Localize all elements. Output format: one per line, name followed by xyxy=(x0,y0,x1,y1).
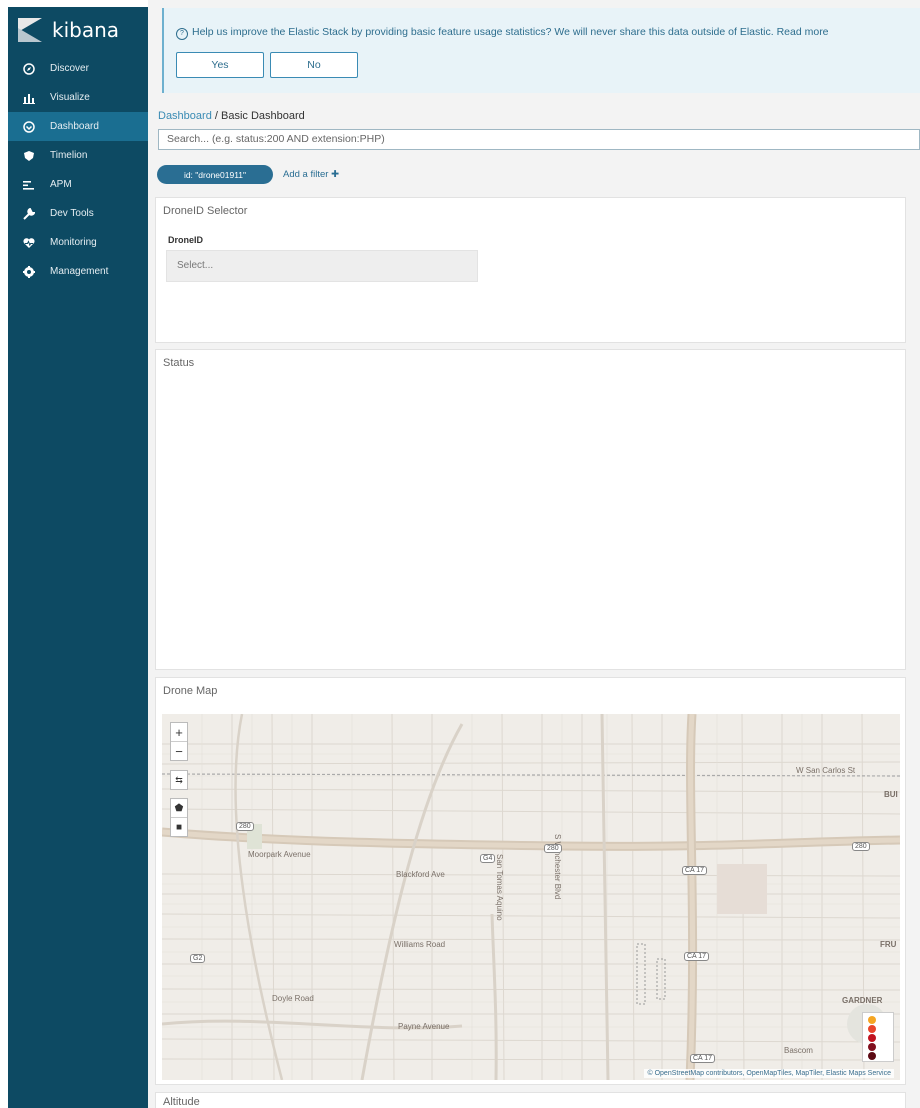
drone-map[interactable]: + − ⇆ ⬟ ■ Moorpark Avenue Blackford Ave … xyxy=(162,714,900,1080)
map-label: Blackford Ave xyxy=(396,870,445,879)
nav-list: Discover Visualize Dashboard Timelion AP… xyxy=(8,54,148,286)
droneid-select[interactable]: Select... xyxy=(166,250,478,282)
filter-pill[interactable]: id: "drone01911" xyxy=(157,165,273,184)
heartbeat-icon xyxy=(22,236,36,250)
sidebar-item-label: Dev Tools xyxy=(50,208,94,219)
sidebar-item-monitoring[interactable]: Monitoring xyxy=(8,228,148,257)
sidebar-item-dev-tools[interactable]: Dev Tools xyxy=(8,199,148,228)
brand-name: kibana xyxy=(52,17,120,42)
main-content: ? Help us improve the Elastic Stack by pr… xyxy=(148,0,920,1108)
route-shield: G4 xyxy=(480,854,496,863)
sidebar-item-visualize[interactable]: Visualize xyxy=(8,83,148,112)
dashboard-icon xyxy=(22,120,36,134)
route-shield: CA 17 xyxy=(690,1054,716,1063)
map-label: W San Carlos St xyxy=(796,766,856,775)
map-label: Payne Avenue xyxy=(398,1022,450,1031)
panel-droneid-selector: DroneID Selector DroneID Select... xyxy=(155,197,906,343)
yes-button[interactable]: Yes xyxy=(176,52,264,78)
zoom-controls: + − xyxy=(170,722,188,761)
map-label: FRU xyxy=(880,940,897,949)
panel-altitude: Altitude xyxy=(155,1092,906,1108)
draw-controls: ⬟ ■ xyxy=(170,798,188,837)
wrench-icon xyxy=(22,207,36,221)
route-shield: 280 xyxy=(236,822,254,831)
map-tiles xyxy=(162,714,900,1080)
map-attribution[interactable]: © OpenStreetMap contributors, OpenMapTil… xyxy=(644,1069,894,1078)
map-label: BUI xyxy=(884,790,898,799)
sidebar-item-discover[interactable]: Discover xyxy=(8,54,148,83)
legend-dot xyxy=(868,1025,876,1033)
apm-icon xyxy=(22,178,36,192)
route-shield: CA 17 xyxy=(684,952,710,961)
legend-dot xyxy=(868,1016,876,1024)
route-shield: CA 17 xyxy=(682,866,708,875)
sidebar-item-label: Visualize xyxy=(50,92,90,103)
sidebar-item-label: APM xyxy=(50,179,72,190)
sidebar-item-label: Management xyxy=(50,266,109,277)
no-button[interactable]: No xyxy=(270,52,358,78)
telemetry-banner: ? Help us improve the Elastic Stack by pr… xyxy=(162,8,920,93)
sidebar-item-label: Discover xyxy=(50,63,89,74)
breadcrumb-root[interactable]: Dashboard xyxy=(158,110,212,122)
bar-chart-icon xyxy=(22,91,36,105)
fit-bounds-icon[interactable]: ⇆ xyxy=(171,771,187,789)
fit-bounds-control: ⇆ xyxy=(170,770,188,790)
map-legend xyxy=(862,1012,894,1062)
brand[interactable]: kibana xyxy=(8,7,148,52)
map-label: Bascom xyxy=(784,1046,813,1055)
route-shield: 280 xyxy=(544,844,562,853)
map-label: San Tomas Aquino xyxy=(495,854,504,921)
breadcrumb-separator: / xyxy=(214,110,218,122)
zoom-out-button[interactable]: − xyxy=(171,742,187,760)
sidebar-item-label: Monitoring xyxy=(50,237,97,248)
panel-drone-map: Drone Map + − ⇆ ⬟ ■ Moorpark Avenue Blac… xyxy=(155,677,906,1085)
add-filter-label: Add a filter xyxy=(283,169,329,180)
panel-title: Altitude xyxy=(163,1096,200,1108)
banner-message: ? Help us improve the Elastic Stack by pr… xyxy=(176,26,829,40)
compass-icon xyxy=(22,62,36,76)
map-label: Williams Road xyxy=(394,940,446,949)
sidebar-item-dashboard[interactable]: Dashboard xyxy=(8,112,148,141)
search-input[interactable]: Search... (e.g. status:200 AND extension… xyxy=(158,129,920,150)
shield-icon xyxy=(22,149,36,163)
route-shield: G2 xyxy=(190,954,206,963)
legend-dot xyxy=(868,1043,876,1051)
map-label: Doyle Road xyxy=(272,994,314,1003)
map-label: GARDNER xyxy=(842,996,883,1005)
polygon-icon[interactable]: ⬟ xyxy=(171,799,187,818)
kibana-logo-icon xyxy=(18,17,42,42)
sidebar-item-timelion[interactable]: Timelion xyxy=(8,141,148,170)
panel-title: Status xyxy=(163,357,195,369)
banner-text: Help us improve the Elastic Stack by pro… xyxy=(192,26,829,38)
legend-dot xyxy=(868,1034,876,1042)
sidebar-item-label: Dashboard xyxy=(50,121,99,132)
help-circle-icon: ? xyxy=(176,28,188,40)
rectangle-icon[interactable]: ■ xyxy=(171,818,187,836)
sidebar-item-management[interactable]: Management xyxy=(8,257,148,286)
legend-dot xyxy=(868,1052,876,1060)
breadcrumb: Dashboard / Basic Dashboard xyxy=(158,110,305,122)
breadcrumb-current: Basic Dashboard xyxy=(221,110,305,122)
sidebar: kibana Discover Visualize Dashboard Time… xyxy=(8,7,148,1108)
zoom-in-button[interactable]: + xyxy=(171,723,187,742)
route-shield: 280 xyxy=(852,842,870,851)
gear-icon xyxy=(22,265,36,279)
map-label: Moorpark Avenue xyxy=(248,850,311,859)
plus-icon: ✚ xyxy=(331,169,340,180)
panel-status: Status xyxy=(155,349,906,670)
droneid-label: DroneID xyxy=(168,235,204,245)
add-filter-button[interactable]: Add a filter ✚ xyxy=(283,169,339,180)
sidebar-item-label: Timelion xyxy=(50,150,88,161)
panel-title: Drone Map xyxy=(163,685,218,697)
sidebar-item-apm[interactable]: APM xyxy=(8,170,148,199)
panel-title: DroneID Selector xyxy=(163,205,248,217)
